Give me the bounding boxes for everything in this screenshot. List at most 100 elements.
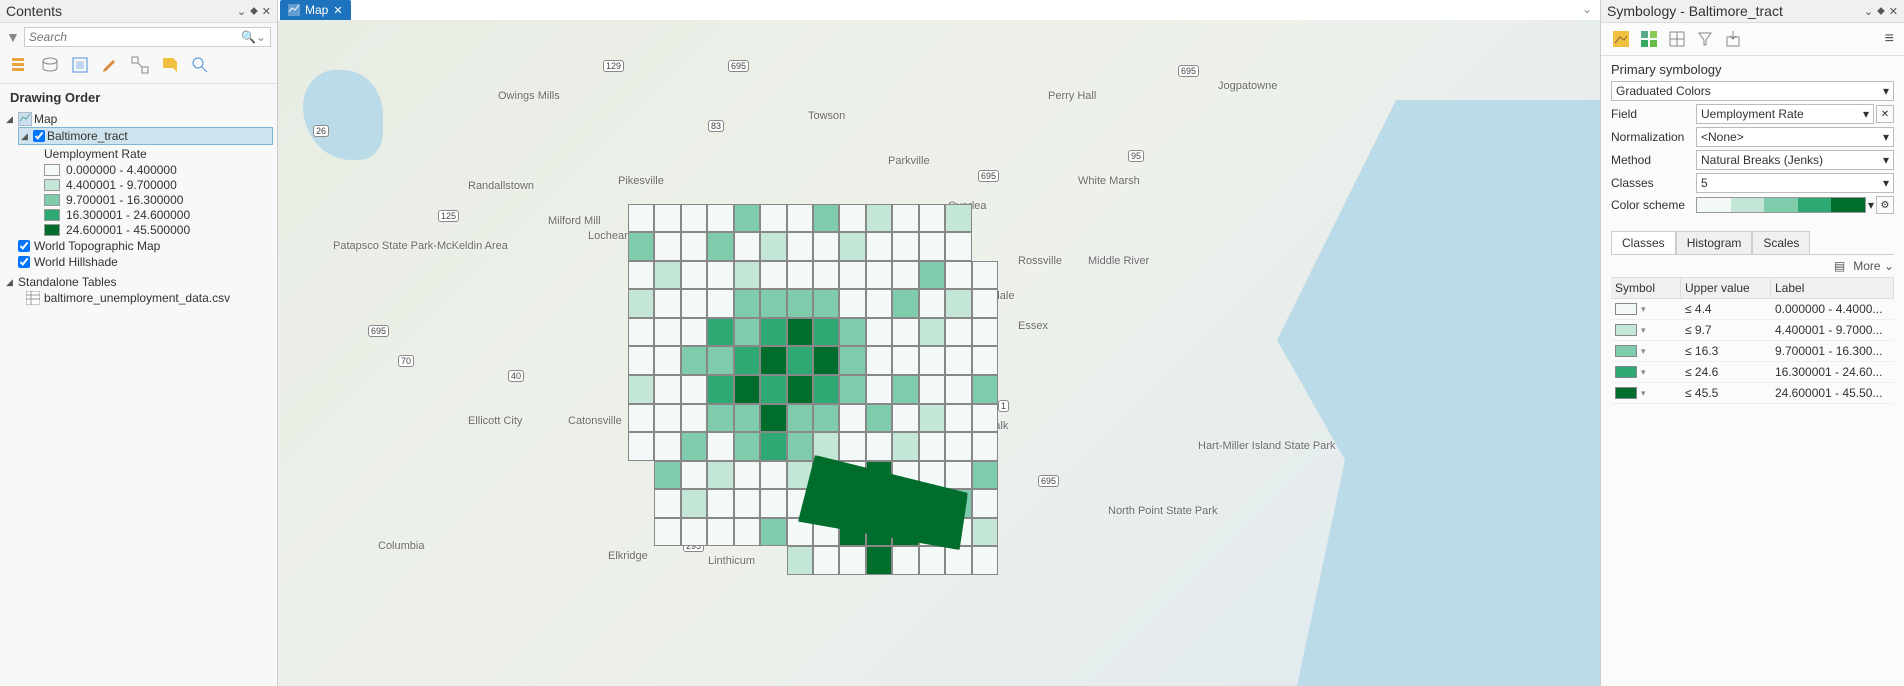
census-tract[interactable]	[813, 346, 839, 375]
basemap-hillshade[interactable]: World Hillshade	[18, 254, 273, 270]
census-tract[interactable]	[813, 404, 839, 433]
census-tract[interactable]	[945, 289, 971, 318]
class-options-icon[interactable]: ▤	[1834, 259, 1845, 273]
census-tract[interactable]	[839, 261, 865, 290]
census-tract[interactable]	[760, 404, 786, 433]
basemap1-checkbox[interactable]	[18, 240, 30, 252]
expression-button[interactable]: ✕	[1876, 105, 1894, 123]
census-tract[interactable]	[839, 375, 865, 404]
census-tract[interactable]	[813, 232, 839, 261]
layer-baltimore-tract[interactable]: ◢ Baltimore_tract	[18, 127, 273, 145]
census-tract[interactable]	[760, 318, 786, 347]
census-tract[interactable]	[813, 318, 839, 347]
chevron-down-icon[interactable]: ▾	[1641, 346, 1646, 357]
census-tract[interactable]	[681, 489, 707, 518]
census-tract[interactable]	[919, 432, 945, 461]
census-tract[interactable]	[628, 375, 654, 404]
header-upper[interactable]: Upper value	[1681, 278, 1771, 298]
header-symbol[interactable]: Symbol	[1611, 278, 1681, 298]
class-upper-value[interactable]: ≤ 24.6	[1681, 362, 1771, 382]
census-tract[interactable]	[945, 404, 971, 433]
census-tract[interactable]	[681, 346, 707, 375]
layer-visibility-checkbox[interactable]	[33, 130, 45, 142]
class-row[interactable]: ▾≤ 24.616.300001 - 24.60...	[1611, 362, 1894, 383]
census-tract[interactable]	[734, 518, 760, 547]
census-tract[interactable]	[628, 432, 654, 461]
symbology-type-dropdown[interactable]: Graduated Colors▾	[1611, 81, 1894, 101]
census-tract[interactable]	[866, 318, 892, 347]
census-tract[interactable]	[707, 232, 733, 261]
census-tract[interactable]	[866, 261, 892, 290]
census-tract[interactable]	[734, 346, 760, 375]
census-tract[interactable]	[628, 204, 654, 233]
census-tract[interactable]	[734, 232, 760, 261]
census-tract[interactable]	[681, 204, 707, 233]
census-tract[interactable]	[813, 375, 839, 404]
census-tract[interactable]	[707, 404, 733, 433]
census-tract[interactable]	[787, 289, 813, 318]
census-tract[interactable]	[919, 261, 945, 290]
census-tract[interactable]	[681, 289, 707, 318]
census-tract[interactable]	[707, 489, 733, 518]
class-label[interactable]: 24.600001 - 45.50...	[1771, 383, 1894, 403]
census-tract[interactable]	[760, 204, 786, 233]
census-tract[interactable]	[654, 375, 680, 404]
census-tract[interactable]	[945, 461, 971, 490]
census-tract[interactable]	[628, 289, 654, 318]
census-tract[interactable]	[972, 318, 998, 347]
pin-icon[interactable]: ⬥	[1877, 5, 1885, 18]
census-tract[interactable]	[892, 432, 918, 461]
classes-dropdown[interactable]: 5▾	[1696, 173, 1894, 193]
census-tract[interactable]	[707, 261, 733, 290]
census-tract[interactable]	[972, 546, 998, 575]
census-tract[interactable]	[681, 375, 707, 404]
census-tract[interactable]	[892, 204, 918, 233]
pin-icon[interactable]: ⬥	[250, 5, 258, 18]
autohide-chevron-icon[interactable]: ⌄	[1864, 5, 1873, 18]
census-tract[interactable]	[972, 375, 998, 404]
census-tract[interactable]	[945, 546, 971, 575]
legend-item[interactable]: 4.400001 - 9.700000	[44, 178, 273, 192]
class-label[interactable]: 4.400001 - 9.7000...	[1771, 320, 1894, 340]
census-tract[interactable]	[919, 375, 945, 404]
expand-arrow-icon[interactable]: ◢	[6, 114, 16, 125]
census-tract[interactable]	[919, 404, 945, 433]
census-tract[interactable]	[813, 546, 839, 575]
census-tract[interactable]	[892, 546, 918, 575]
census-tract[interactable]	[628, 346, 654, 375]
list-by-editing-icon[interactable]	[100, 55, 120, 75]
normalization-dropdown[interactable]: <None>▾	[1696, 127, 1894, 147]
census-tract[interactable]	[866, 289, 892, 318]
census-tract[interactable]	[972, 346, 998, 375]
class-row[interactable]: ▾≤ 45.524.600001 - 45.50...	[1611, 383, 1894, 404]
census-tract[interactable]	[760, 346, 786, 375]
census-tract[interactable]	[787, 404, 813, 433]
class-swatch[interactable]	[1615, 366, 1637, 378]
census-tract[interactable]	[681, 232, 707, 261]
census-tract[interactable]	[707, 375, 733, 404]
census-tract[interactable]	[734, 489, 760, 518]
census-tract[interactable]	[919, 318, 945, 347]
census-tract[interactable]	[628, 404, 654, 433]
census-tract[interactable]	[654, 489, 680, 518]
census-tract[interactable]	[839, 346, 865, 375]
census-tract[interactable]	[839, 432, 865, 461]
census-tract[interactable]	[681, 261, 707, 290]
class-swatch[interactable]	[1615, 387, 1637, 399]
tab-classes[interactable]: Classes	[1611, 231, 1676, 254]
menu-icon[interactable]: ≡	[1885, 30, 1894, 48]
census-tract[interactable]	[892, 289, 918, 318]
census-tract[interactable]	[760, 232, 786, 261]
census-tract[interactable]	[787, 546, 813, 575]
search-input[interactable]	[29, 30, 241, 44]
close-icon[interactable]: ✕	[1889, 5, 1898, 18]
legend-item[interactable]: 0.000000 - 4.400000	[44, 163, 273, 177]
expand-arrow-icon[interactable]: ◢	[21, 131, 31, 142]
map-tabs-collapse-icon[interactable]: ⌄	[1574, 0, 1600, 20]
census-tract[interactable]	[945, 432, 971, 461]
census-tract[interactable]	[787, 432, 813, 461]
census-tract[interactable]	[787, 232, 813, 261]
list-by-snapping-icon[interactable]	[130, 55, 150, 75]
census-tract[interactable]	[972, 461, 998, 490]
map-canvas[interactable]: Owings MillsTowsonPerry HallJogpatownePi…	[278, 20, 1600, 686]
